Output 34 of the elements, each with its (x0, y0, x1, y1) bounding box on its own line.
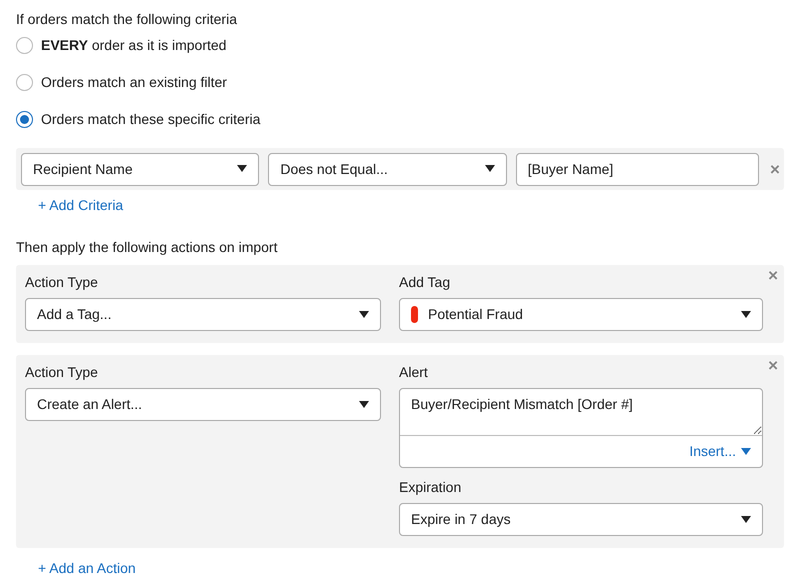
dropdown-value: Does not Equal... (280, 160, 388, 179)
insert-button[interactable]: Insert... (689, 436, 762, 467)
dropdown-value: Potential Fraud (428, 305, 523, 324)
field-label: Expiration (399, 478, 462, 496)
caret-icon (741, 516, 751, 524)
dropdown-value: Expire in 7 days (411, 510, 511, 529)
radio-option[interactable]: Orders match an existing filter (16, 73, 784, 91)
dropdown[interactable]: Potential Fraud (399, 298, 763, 331)
field-label: Add Tag (399, 273, 452, 291)
caret-icon (237, 165, 248, 173)
field-label: Alert (399, 363, 429, 381)
caret-icon (741, 448, 751, 456)
section-heading: If orders match the following criteria (16, 10, 238, 28)
add-action-link[interactable]: + Add an Action (38, 558, 136, 579)
section-heading: Then apply the following actions on import (16, 238, 278, 256)
text-field[interactable]: [Buyer Name] (516, 152, 760, 186)
alert-text-area[interactable]: Buyer/Recipient Mismatch [Order #] Insert... (399, 388, 763, 468)
dropdown[interactable]: Add a Tag... (25, 298, 381, 331)
add-criteria-link[interactable]: + Add Criteria (38, 195, 124, 216)
caret-icon (741, 310, 751, 318)
radio-option[interactable]: Orders match these specific criteria (16, 110, 784, 128)
caret-icon (359, 400, 369, 408)
dropdown-value: Add a Tag... (37, 305, 112, 324)
field-label: Action Type (25, 363, 99, 381)
dropdown[interactable]: Does not Equal... (268, 152, 507, 186)
radio-option[interactable]: EVERY order as it is imported (16, 36, 784, 54)
caret-icon (484, 165, 495, 173)
dropdown[interactable]: Recipient Name (21, 152, 260, 186)
field-label: Action Type (25, 273, 99, 291)
dropdown[interactable]: Expire in 7 days (399, 503, 763, 536)
caret-icon (359, 310, 369, 318)
dropdown-value: Recipient Name (33, 160, 133, 179)
dropdown[interactable]: Create an Alert... (25, 388, 381, 421)
dropdown-value: Create an Alert... (37, 395, 142, 414)
